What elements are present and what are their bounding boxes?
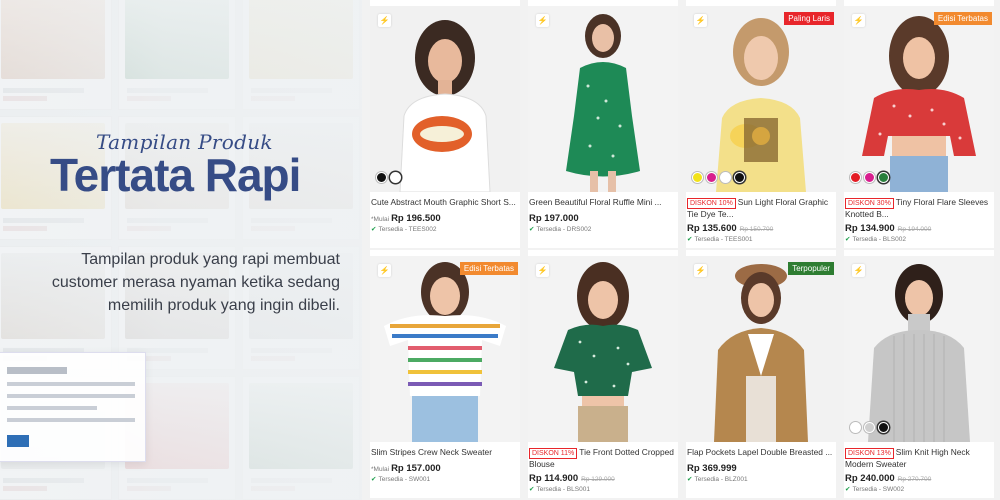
product-card[interactable]: ⚡ DISKON 13% Slim Knit High Neck Modern S… bbox=[844, 250, 994, 498]
stock-status: ✔ Tersedia - TEES001 bbox=[687, 236, 753, 243]
product-card[interactable]: ⚡ DISKON 11% Tie Front Dotted Cropped Blo… bbox=[528, 250, 678, 498]
color-swatch[interactable] bbox=[878, 422, 889, 433]
banner-description: Tampilan produk yang rapi membuat custom… bbox=[51, 251, 340, 314]
product-image[interactable]: ⚡ Edisi Terbatas bbox=[844, 6, 994, 192]
product-image[interactable]: ⚡ bbox=[528, 6, 678, 192]
product-card[interactable]: ⚡ Terpopuler Flap Pockets Lapel Double B… bbox=[686, 250, 836, 498]
stock-status: ✔ Tersedia - SW001 bbox=[371, 476, 431, 483]
discount-badge: DISKON 10% bbox=[687, 198, 736, 209]
product-image[interactable]: ⚡ bbox=[844, 256, 994, 442]
color-swatch[interactable] bbox=[734, 172, 745, 183]
stock-status: ✔ Tersedia - DRS002 bbox=[529, 226, 592, 233]
color-swatch[interactable] bbox=[720, 172, 731, 183]
color-swatch[interactable] bbox=[864, 422, 875, 433]
flash-icon: ⚡ bbox=[378, 14, 391, 27]
color-swatch[interactable] bbox=[864, 172, 875, 183]
flash-icon: ⚡ bbox=[378, 264, 391, 277]
color-swatch[interactable] bbox=[390, 172, 401, 183]
flash-icon: ⚡ bbox=[852, 264, 865, 277]
product-price: *Mulai Rp 196.500 bbox=[371, 213, 441, 224]
product-price: Rp 240.000 Rp 270.700 bbox=[845, 473, 932, 484]
product-card[interactable]: ⚡ Cute Abstract Mouth Graphic Short S...… bbox=[370, 0, 520, 248]
product-image[interactable]: ⚡ Edisi Terbatas bbox=[370, 256, 520, 442]
product-image[interactable]: ⚡ Paling Laris bbox=[686, 6, 836, 192]
product-card[interactable]: ⚡ Edisi Terbatas DISKON 30% Tiny Floral F… bbox=[844, 0, 994, 248]
product-title[interactable]: Green Beautiful Floral Ruffle Mini ... bbox=[529, 197, 677, 208]
product-image[interactable]: ⚡ Terpopuler bbox=[686, 256, 836, 442]
product-title[interactable]: DISKON 10% Sun Light Floral Graphic Tie D… bbox=[687, 197, 835, 219]
product-badge: Edisi Terbatas bbox=[933, 12, 992, 25]
flash-icon: ⚡ bbox=[536, 14, 549, 27]
product-badge: Edisi Terbatas bbox=[459, 262, 518, 275]
discount-badge: DISKON 13% bbox=[845, 448, 894, 459]
product-title[interactable]: DISKON 13% Slim Knit High Neck Modern Swe… bbox=[845, 447, 993, 469]
product-card[interactable]: ⚡ Edisi Terbatas Slim Stripes Crew Neck … bbox=[370, 250, 520, 498]
product-price: Rp 135.600 Rp 150.700 bbox=[687, 223, 774, 234]
product-price: Rp 369.999 bbox=[687, 463, 737, 474]
product-title[interactable]: DISKON 30% Tiny Floral Flare Sleeves Knot… bbox=[845, 197, 993, 219]
color-swatches bbox=[850, 422, 889, 433]
color-swatch[interactable] bbox=[850, 172, 861, 183]
flash-icon: ⚡ bbox=[694, 14, 707, 27]
banner-main-title: Tertata Rapi bbox=[50, 149, 301, 201]
stock-status: ✔ Tersedia - TEES002 bbox=[371, 226, 437, 233]
product-price: Rp 114.900 Rp 129.000 bbox=[529, 473, 615, 484]
product-title[interactable]: Flap Pockets Lapel Double Breasted ... bbox=[687, 447, 835, 458]
color-swatches bbox=[692, 172, 745, 183]
product-card[interactable]: ⚡ Paling Laris DISKON 10% Sun Light Flora… bbox=[686, 0, 836, 248]
product-title[interactable]: DISKON 11% Tie Front Dotted Cropped Blous… bbox=[529, 447, 677, 469]
product-title[interactable]: Cute Abstract Mouth Graphic Short S... bbox=[371, 197, 519, 208]
color-swatch[interactable] bbox=[878, 172, 889, 183]
promo-banner: Tampilan Produk Tertata Rapi Tampilan pr… bbox=[0, 0, 362, 500]
product-price: *Mulai Rp 157.000 bbox=[371, 463, 441, 474]
color-swatch[interactable] bbox=[850, 422, 861, 433]
product-price: Rp 134.900 Rp 194.000 bbox=[845, 223, 932, 234]
product-title[interactable]: Slim Stripes Crew Neck Sweater bbox=[371, 447, 519, 458]
product-image[interactable]: ⚡ bbox=[528, 256, 678, 442]
flash-icon: ⚡ bbox=[694, 264, 707, 277]
product-image[interactable]: ⚡ bbox=[370, 6, 520, 192]
stock-status: ✔ Tersedia - SW002 bbox=[845, 486, 905, 493]
color-swatch[interactable] bbox=[692, 172, 703, 183]
background-dialog bbox=[0, 352, 146, 462]
discount-badge: DISKON 30% bbox=[845, 198, 894, 209]
discount-badge: DISKON 11% bbox=[529, 448, 578, 459]
color-swatch[interactable] bbox=[376, 172, 387, 183]
product-price: Rp 197.000 bbox=[529, 213, 579, 224]
product-badge: Terpopuler bbox=[788, 262, 834, 275]
product-card[interactable]: ⚡ Green Beautiful Floral Ruffle Mini ...… bbox=[528, 0, 678, 248]
product-grid: ⚡ Cute Abstract Mouth Graphic Short S...… bbox=[370, 0, 1000, 500]
stock-status: ✔ Tersedia - BLZ001 bbox=[687, 476, 748, 483]
stock-status: ✔ Tersedia - BLS001 bbox=[529, 486, 590, 493]
stock-status: ✔ Tersedia - BLS002 bbox=[845, 236, 906, 243]
color-swatches bbox=[376, 172, 401, 183]
product-badge: Paling Laris bbox=[784, 12, 834, 25]
color-swatch[interactable] bbox=[706, 172, 717, 183]
flash-icon: ⚡ bbox=[852, 14, 865, 27]
color-swatches bbox=[850, 172, 889, 183]
flash-icon: ⚡ bbox=[536, 264, 549, 277]
